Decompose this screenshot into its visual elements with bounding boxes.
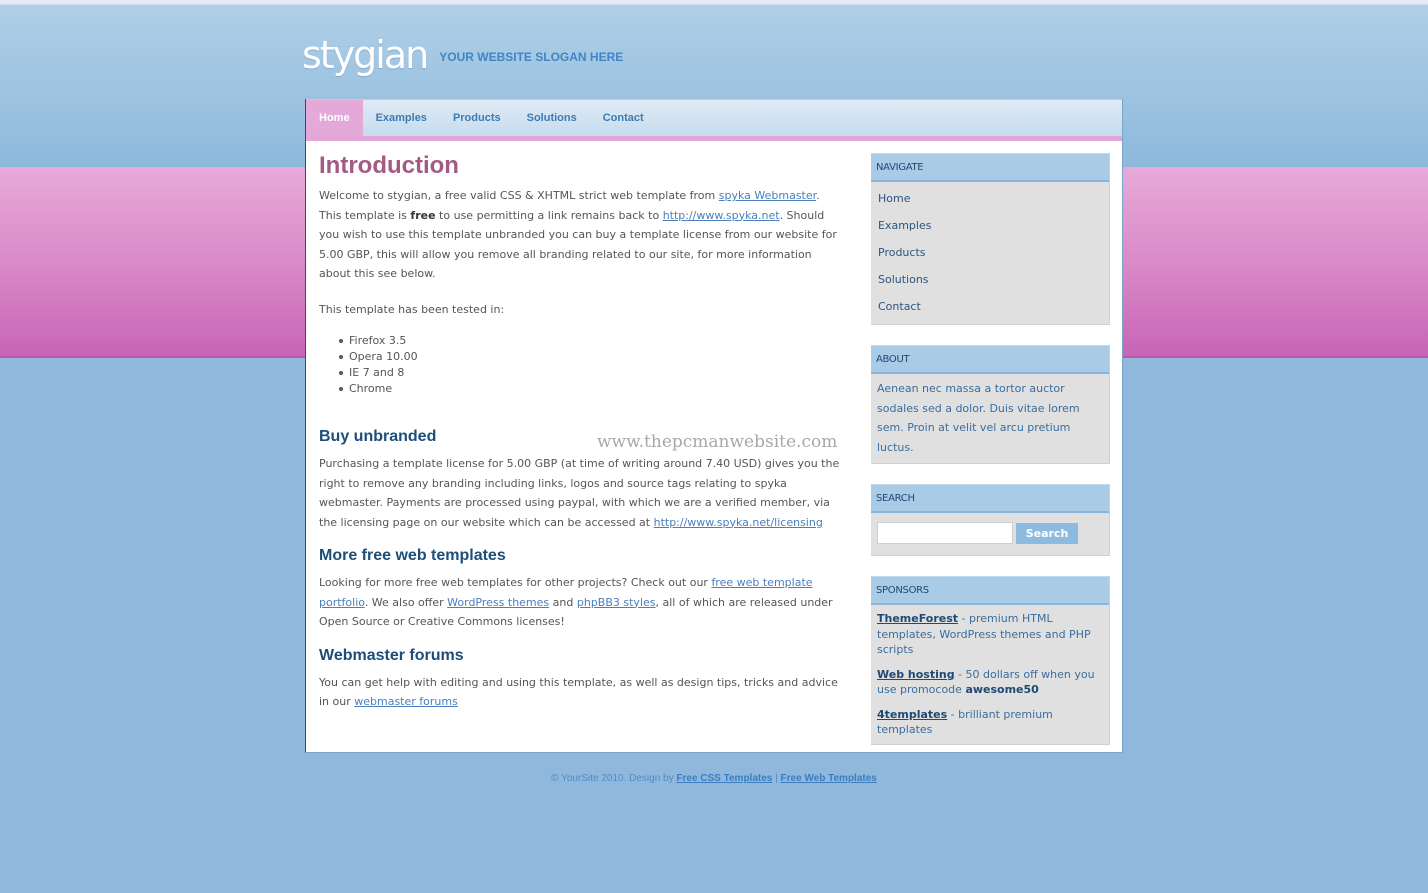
- about-box: ABOUT Aenean nec massa a tortor auctor s…: [871, 345, 1110, 464]
- site-header: stygian YOUR WEBSITE SLOGAN HERE: [302, 30, 623, 80]
- nav-contact[interactable]: Contact: [590, 100, 657, 136]
- free-css-templates-link[interactable]: Free CSS Templates: [676, 773, 772, 784]
- sidebar: NAVIGATE Home Examples Products Solution…: [871, 153, 1110, 765]
- nav-products[interactable]: Products: [440, 100, 514, 136]
- spyka-url-link[interactable]: http://www.spyka.net: [663, 209, 780, 222]
- more-templates-heading: More free web templates: [319, 547, 506, 564]
- watermark: www.thepcmanwebsite.com: [597, 432, 838, 452]
- buy-paragraph: Purchasing a template license for 5.00 G…: [319, 454, 843, 532]
- themeforest-link[interactable]: ThemeForest: [877, 612, 958, 625]
- footer-copyright: © YourSite 2010. Design by: [551, 773, 677, 784]
- sponsors-box: SPONSORS ThemeForest - premium HTML temp…: [871, 576, 1110, 745]
- search-button[interactable]: Search: [1016, 522, 1078, 544]
- webmaster-forums-link[interactable]: webmaster forums: [354, 695, 458, 708]
- wordpress-themes-link[interactable]: WordPress themes: [447, 596, 549, 609]
- footer-separator: |: [772, 773, 781, 784]
- sidebar-item-contact[interactable]: Contact: [878, 293, 1109, 320]
- more-text: . We also offer: [364, 595, 448, 609]
- nav-home[interactable]: Home: [306, 100, 363, 136]
- spyka-webmaster-link[interactable]: spyka Webmaster: [719, 189, 816, 202]
- top-nav: Home Examples Products Solutions Contact: [306, 99, 1122, 141]
- phpbb3-styles-link[interactable]: phpBB3 styles: [577, 596, 656, 609]
- sponsor-item: 4templates - brilliant premium templates: [877, 707, 1103, 738]
- page-title: Introduction: [319, 152, 459, 179]
- page-container: Home Examples Products Solutions Contact…: [305, 99, 1123, 753]
- more-text: Looking for more free web templates for …: [319, 576, 712, 589]
- forums-paragraph: You can get help with editing and using …: [319, 673, 843, 712]
- about-text: Aenean nec massa a tortor auctor sodales…: [877, 382, 1080, 454]
- sidebar-item-solutions[interactable]: Solutions: [878, 266, 1109, 293]
- free-web-templates-link[interactable]: Free Web Templates: [781, 773, 877, 784]
- search-input[interactable]: [877, 522, 1013, 544]
- sidebar-item-products[interactable]: Products: [878, 239, 1109, 266]
- list-item: Firefox 3.5: [339, 333, 843, 349]
- nav-examples[interactable]: Examples: [363, 100, 440, 136]
- tested-label: This template has been tested in:: [319, 302, 505, 316]
- about-title: ABOUT: [871, 345, 1109, 374]
- site-slogan: YOUR WEBSITE SLOGAN HERE: [439, 50, 624, 64]
- sponsor-item: ThemeForest - premium HTML templates, Wo…: [877, 611, 1103, 658]
- forums-heading: Webmaster forums: [319, 646, 464, 664]
- more-text: and: [549, 595, 577, 609]
- intro-paragraph: Welcome to stygian, a free valid CSS & X…: [319, 186, 843, 284]
- site-logo[interactable]: stygian: [302, 36, 429, 74]
- search-title: SEARCH: [871, 484, 1109, 513]
- list-item: Opera 10.00: [339, 349, 843, 365]
- footer: © YourSite 2010. Design by Free CSS Temp…: [0, 773, 1428, 784]
- sponsors-title: SPONSORS: [871, 576, 1109, 605]
- intro-text: to use permitting a link remains back to: [435, 208, 663, 222]
- promocode: awesome50: [965, 683, 1039, 696]
- sponsor-item: Web hosting - 50 dollars off when you us…: [877, 667, 1103, 698]
- more-paragraph: Looking for more free web templates for …: [319, 573, 843, 632]
- navigate-box: NAVIGATE Home Examples Products Solution…: [871, 153, 1110, 325]
- intro-text: Welcome to stygian, a free valid CSS & X…: [319, 189, 719, 202]
- tested-list: Firefox 3.5 Opera 10.00 IE 7 and 8 Chrom…: [339, 333, 843, 397]
- sidebar-item-home[interactable]: Home: [878, 185, 1109, 212]
- nav-solutions[interactable]: Solutions: [514, 100, 590, 136]
- search-box: SEARCH Search: [871, 484, 1110, 556]
- licensing-link[interactable]: http://www.spyka.net/licensing: [654, 516, 823, 529]
- intro-bold: free: [410, 208, 436, 222]
- navigate-title: NAVIGATE: [871, 153, 1109, 182]
- list-item: Chrome: [339, 381, 843, 397]
- web-hosting-link[interactable]: Web hosting: [877, 668, 955, 681]
- 4templates-link[interactable]: 4templates: [877, 708, 947, 721]
- list-item: IE 7 and 8: [339, 365, 843, 381]
- sidebar-item-examples[interactable]: Examples: [878, 212, 1109, 239]
